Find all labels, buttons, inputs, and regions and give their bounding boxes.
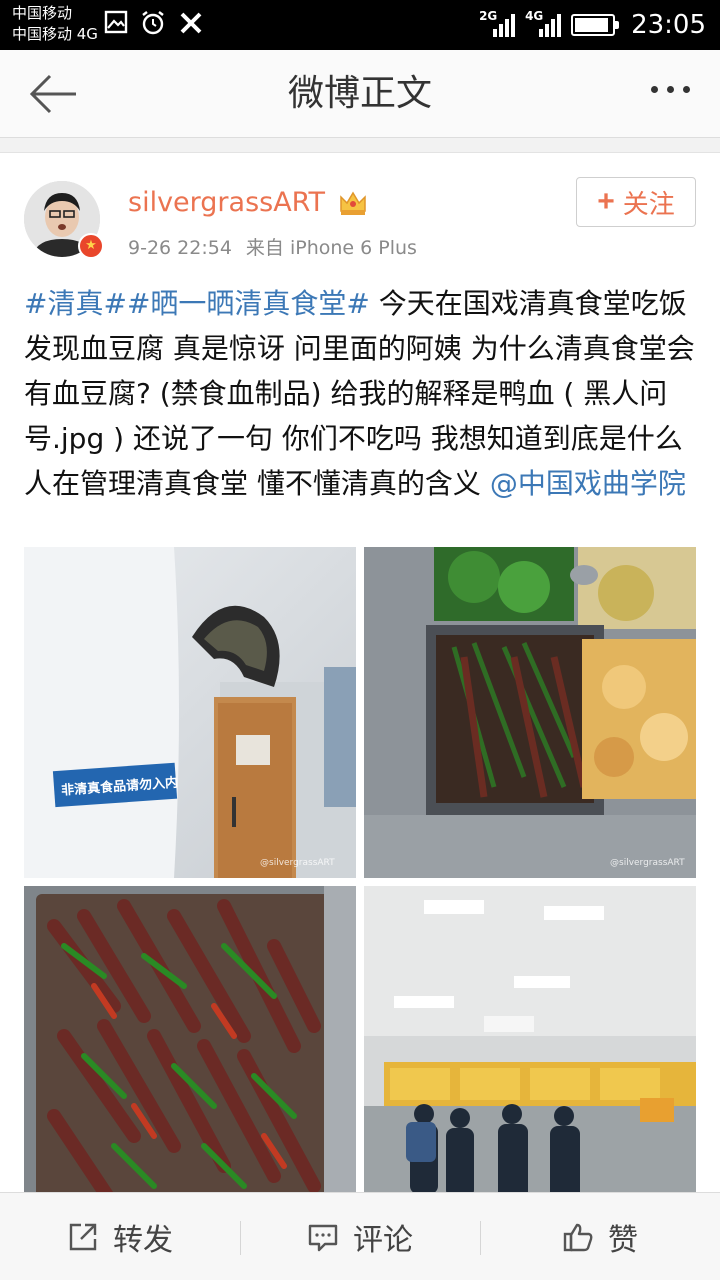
hashtag-halal[interactable]: #清真# [24,287,127,320]
carrier-2: 中国移动 4G [12,25,98,43]
tools-icon [180,12,202,34]
top-nav-bar: 微博正文 [0,50,720,138]
mention-link[interactable]: @中国戏曲学院 [490,467,686,500]
notification-icons [104,10,204,36]
carrier-info: 中国移动 中国移动 4G [12,3,98,45]
photo-food-trays[interactable]: @silvergrassART [364,547,696,878]
photo-canteen-door[interactable]: 非清真食品请勿入内 @silvergrassART [24,547,356,878]
post-timestamp: 9-26 22:54 [128,237,232,259]
comment-button[interactable]: 评论 [240,1193,480,1280]
repost-button[interactable]: 转发 [0,1193,240,1280]
photo-canteen-hall[interactable] [364,886,696,1217]
vip-crown-icon [340,191,366,215]
photo-watermark-1: @silvergrassART [260,858,335,868]
weibo-post-card: ★ silvergrassART 9-26 22:54 来自 iPhone 6 P… [0,152,720,1217]
post-source: 来自 iPhone 6 Plus [245,237,417,259]
plus-icon: + [597,185,615,218]
image-notification-icon [104,10,128,34]
carrier-1: 中国移动 [12,4,73,22]
photo-duck-blood-dish[interactable] [24,886,356,1217]
follow-label: 关注 [622,188,675,219]
status-bar: 中国移动 中国移动 4G 2G 4G 23:05 [0,0,720,50]
more-dots-icon[interactable] [651,86,690,93]
author-name[interactable]: silvergrassART [128,187,325,218]
alarm-icon [142,11,164,35]
post-meta: 9-26 22:54 来自 iPhone 6 Plus [128,233,417,260]
clock: 23:05 [631,10,706,40]
comment-label: 评论 [353,1223,413,1258]
signal-2g-icon: 2G [479,9,516,41]
like-button[interactable]: 赞 [480,1193,720,1280]
repost-label: 转发 [113,1223,173,1258]
back-arrow-icon[interactable] [26,72,82,116]
battery-icon [571,14,620,36]
thumbs-up-icon [563,1223,593,1252]
bottom-action-bar: 转发 评论 赞 [0,1192,720,1280]
post-body: #清真##晒一晒清真食堂# 今天在国戏清真食堂吃饭 发现血豆腐 真是惊讶 问里面… [24,281,700,506]
signal-4g-icon: 4G [525,9,562,41]
comment-icon [308,1224,338,1252]
verified-badge-icon: ★ [78,233,104,259]
photo-watermark-2: @silvergrassART [610,858,685,868]
like-label: 赞 [608,1223,638,1258]
follow-button[interactable]: + 关注 [576,177,696,227]
hashtag-halal-canteen[interactable]: #晒一晒清真食堂# [127,287,370,320]
repost-icon [69,1223,97,1251]
photo-grid: 非清真食品请勿入内 @silvergrassART @silvergrassAR… [24,547,696,1217]
page-title: 微博正文 [287,73,432,114]
